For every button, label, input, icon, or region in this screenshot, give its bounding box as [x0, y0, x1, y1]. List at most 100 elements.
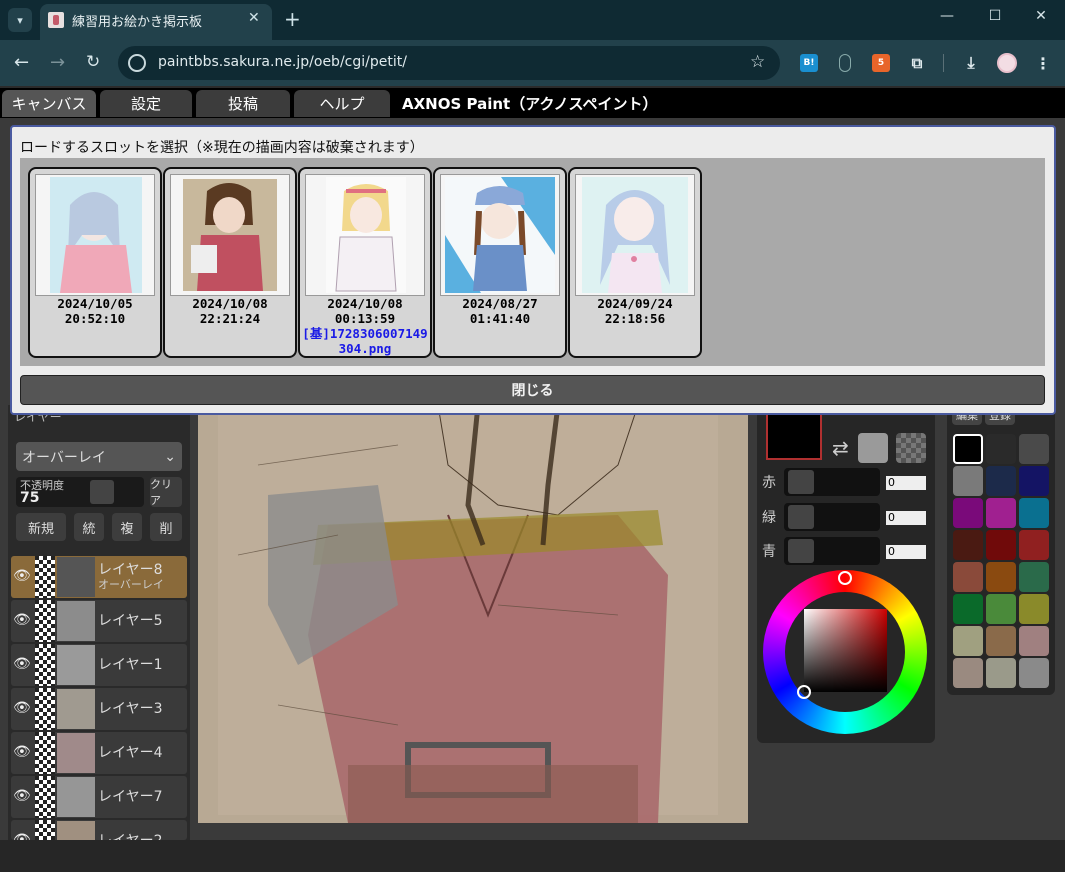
current-color-swatch[interactable]	[766, 412, 822, 460]
lock-icon[interactable]	[35, 688, 55, 730]
new-tab-icon[interactable]: +	[284, 7, 301, 31]
lock-icon[interactable]	[35, 732, 55, 774]
green-value-input[interactable]: 0	[886, 511, 926, 525]
lock-icon[interactable]	[35, 556, 55, 598]
layer-row[interactable]: 👁 レイヤー1	[11, 644, 187, 686]
palette-swatch[interactable]	[986, 434, 1016, 464]
lock-icon[interactable]	[35, 776, 55, 818]
saturation-value-square[interactable]	[804, 609, 887, 692]
palette-swatch[interactable]	[986, 562, 1016, 592]
slot-card[interactable]: 2024/10/08 22:21:24	[163, 167, 297, 358]
green-slider-handle[interactable]	[788, 505, 814, 529]
hatena-bookmark-icon[interactable]: B!	[800, 54, 818, 72]
duplicate-layer-button[interactable]: 複	[112, 513, 142, 541]
site-info-icon[interactable]	[128, 54, 146, 72]
slot-filename-link[interactable]: [基]1728306007149304.png	[300, 326, 430, 356]
hue-picker-handle[interactable]	[838, 571, 852, 585]
drawing-canvas[interactable]	[198, 405, 748, 823]
tab-search-icon[interactable]: ▾	[8, 8, 32, 32]
clear-button[interactable]: クリア	[150, 477, 182, 507]
slot-card[interactable]: 2024/09/24 22:18:56	[568, 167, 702, 358]
download-icon[interactable]: ⤓	[962, 53, 980, 72]
eye-icon[interactable]: 👁	[13, 832, 31, 840]
palette-swatch[interactable]	[986, 594, 1016, 624]
palette-swatch[interactable]	[953, 498, 983, 528]
layer-row[interactable]: 👁 レイヤー4	[11, 732, 187, 774]
palette-swatch[interactable]	[1019, 498, 1049, 528]
bookmark-star-icon[interactable]: ☆	[750, 52, 765, 72]
red-slider-handle[interactable]	[788, 470, 814, 494]
eye-icon[interactable]: 👁	[13, 656, 31, 672]
tab-post[interactable]: 投稿	[196, 90, 290, 117]
opacity-slider-handle[interactable]	[90, 480, 114, 504]
new-layer-button[interactable]: 新規	[16, 513, 66, 541]
slot-thumbnail	[170, 174, 290, 296]
blue-label: 青	[762, 544, 776, 560]
reload-icon[interactable]: ↻	[86, 52, 100, 72]
merge-layer-button[interactable]: 統	[74, 513, 104, 541]
lock-icon[interactable]	[35, 644, 55, 686]
back-icon[interactable]: ←	[14, 52, 29, 73]
palette-swatch[interactable]	[986, 658, 1016, 688]
eye-icon[interactable]: 👁	[13, 568, 31, 584]
slot-card[interactable]: 2024/08/27 01:41:40	[433, 167, 567, 358]
profile-avatar-icon[interactable]	[997, 53, 1017, 73]
eye-icon[interactable]: 👁	[13, 700, 31, 716]
maximize-icon[interactable]: ☐	[980, 8, 1010, 24]
layer-thumbnail	[57, 777, 95, 817]
lock-icon[interactable]	[35, 600, 55, 642]
slot-card[interactable]: 2024/10/08 00:13:59 [基]1728306007149304.…	[298, 167, 432, 358]
palette-swatch[interactable]	[986, 466, 1016, 496]
eye-icon[interactable]: 👁	[13, 744, 31, 760]
palette-swatch[interactable]	[1019, 594, 1049, 624]
puzzle-extensions-icon[interactable]: ⧉	[908, 54, 926, 72]
swap-colors-icon[interactable]: ⇄	[832, 436, 849, 460]
close-icon[interactable]: ✕	[248, 10, 260, 26]
layer-row[interactable]: 👁 レイヤー3	[11, 688, 187, 730]
palette-swatch[interactable]	[953, 530, 983, 560]
red-value-input[interactable]: 0	[886, 476, 926, 490]
slot-card[interactable]: 2024/10/05 20:52:10	[28, 167, 162, 358]
tab-settings[interactable]: 設定	[100, 90, 192, 117]
url-text[interactable]: paintbbs.sakura.ne.jp/oeb/cgi/petit/	[158, 54, 407, 70]
blue-slider-handle[interactable]	[788, 539, 814, 563]
secondary-color-swatch[interactable]	[858, 433, 888, 463]
minimize-icon[interactable]: —	[932, 8, 962, 24]
close-dialog-button[interactable]: 閉じる	[20, 375, 1045, 405]
palette-swatch[interactable]	[986, 498, 1016, 528]
palette-swatch[interactable]	[953, 562, 983, 592]
palette-swatch[interactable]	[1019, 658, 1049, 688]
palette-swatch[interactable]	[1019, 562, 1049, 592]
delete-layer-button[interactable]: 削	[150, 513, 182, 541]
forward-icon[interactable]: →	[50, 52, 65, 73]
palette-swatch[interactable]	[953, 658, 983, 688]
tab-canvas[interactable]: キャンバス	[2, 90, 96, 117]
eye-icon[interactable]: 👁	[13, 788, 31, 804]
layer-row[interactable]: 👁 レイヤー5	[11, 600, 187, 642]
palette-swatch[interactable]	[986, 626, 1016, 656]
palette-swatch[interactable]	[953, 466, 983, 496]
layer-row[interactable]: 👁 レイヤー7	[11, 776, 187, 818]
layer-row[interactable]: 👁 レイヤー8 オーバーレイ	[11, 556, 187, 598]
blue-value-input[interactable]: 0	[886, 545, 926, 559]
layer-row[interactable]: 👁 レイヤー2	[11, 820, 187, 840]
lock-icon[interactable]	[35, 820, 55, 840]
palette-swatch[interactable]	[953, 626, 983, 656]
palette-swatch[interactable]	[1019, 434, 1049, 464]
layer-thumbnail	[57, 689, 95, 729]
mouse-extension-icon[interactable]	[839, 54, 851, 72]
close-window-icon[interactable]: ✕	[1026, 8, 1056, 24]
eye-icon[interactable]: 👁	[13, 612, 31, 628]
palette-swatch[interactable]	[953, 594, 983, 624]
palette-swatch[interactable]	[1019, 530, 1049, 560]
sv-picker-handle[interactable]	[797, 685, 811, 699]
palette-swatch[interactable]	[986, 530, 1016, 560]
kebab-menu-icon[interactable]: ⋮	[1034, 54, 1052, 73]
tab-help[interactable]: ヘルプ	[294, 90, 390, 117]
transparent-color-swatch[interactable]	[896, 433, 926, 463]
palette-swatch[interactable]	[1019, 466, 1049, 496]
blend-mode-select[interactable]: オーバーレイ ⌄	[16, 442, 182, 471]
palette-swatch[interactable]	[1019, 626, 1049, 656]
html5-extension-icon[interactable]: 5	[872, 54, 890, 72]
palette-swatch[interactable]	[953, 434, 983, 464]
